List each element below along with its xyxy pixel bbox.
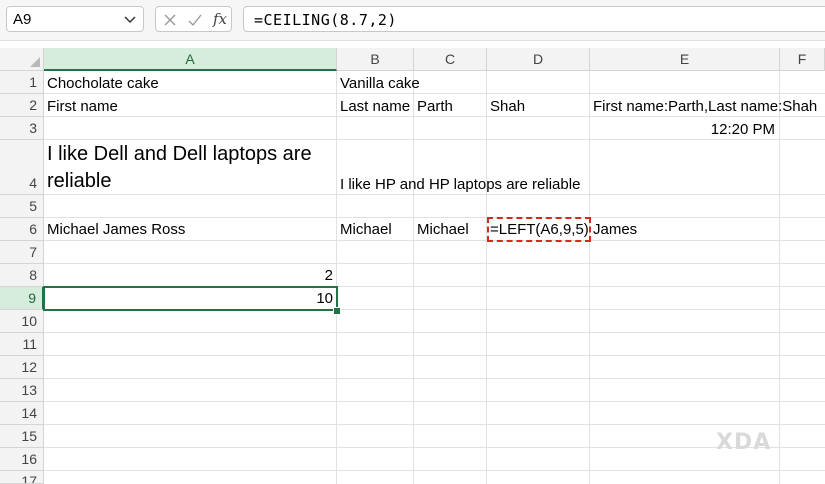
gridline — [44, 93, 825, 94]
gridline — [44, 217, 825, 218]
xda-watermark: XDA — [716, 430, 772, 455]
gridline — [44, 378, 825, 379]
cell-b2[interactable]: Last name — [340, 98, 410, 115]
cell-e2[interactable]: First name:Parth,Last name:Shah — [593, 98, 817, 115]
spreadsheet-grid[interactable]: A B C D E F 1 2 3 4 5 6 7 8 9 10 11 12 1… — [0, 48, 825, 484]
gridline — [44, 332, 825, 333]
gridline — [44, 401, 825, 402]
gridline — [44, 355, 825, 356]
gridline — [413, 71, 414, 484]
gridline — [44, 116, 825, 117]
gridline — [336, 71, 337, 484]
gridline — [44, 263, 825, 264]
cell-e6[interactable]: James — [593, 221, 637, 238]
copy-highlight-d6 — [487, 217, 591, 242]
gridline — [44, 139, 825, 140]
formula-text: =CEILING(8.7,2) — [254, 11, 397, 29]
enter-check-icon[interactable] — [187, 12, 203, 28]
gridline — [486, 71, 487, 484]
cell-a2[interactable]: First name — [47, 98, 118, 115]
column-header-b[interactable]: B — [337, 48, 414, 71]
row-header-8[interactable]: 8 — [0, 264, 44, 287]
cell-a4[interactable]: I like Dell and Dell laptops are reliabl… — [47, 141, 332, 195]
cell-d2[interactable]: Shah — [490, 98, 525, 115]
row-header-3[interactable]: 3 — [0, 117, 44, 140]
select-all-button[interactable] — [0, 48, 44, 71]
row-header-5[interactable]: 5 — [0, 195, 44, 218]
name-box[interactable]: A9 — [6, 6, 144, 32]
select-all-triangle-icon — [30, 57, 40, 67]
gridline — [44, 470, 825, 471]
row-header-11[interactable]: 11 — [0, 333, 44, 356]
cell-c2[interactable]: Parth — [417, 98, 453, 115]
cell-e3[interactable]: 12:20 PM — [590, 121, 775, 138]
row-header-1[interactable]: 1 — [0, 71, 44, 94]
cell-a6[interactable]: Michael James Ross — [47, 221, 185, 238]
row-header-6[interactable]: 6 — [0, 218, 44, 241]
formula-buttons: fx — [155, 6, 232, 32]
formula-input[interactable]: =CEILING(8.7,2) — [243, 6, 825, 32]
row-header-2[interactable]: 2 — [0, 94, 44, 117]
column-header-d[interactable]: D — [487, 48, 590, 71]
formula-bar: A9 fx =CEILING(8.7,2) — [0, 0, 825, 41]
cell-c6[interactable]: Michael — [417, 221, 469, 238]
row-header-17[interactable]: 17 — [0, 471, 44, 484]
row-header-10[interactable]: 10 — [0, 310, 44, 333]
cell-b4[interactable]: I like HP and HP laptops are reliable — [340, 176, 580, 193]
column-header-a[interactable]: A — [44, 48, 337, 71]
row-header-4[interactable]: 4 — [0, 140, 44, 195]
fill-handle[interactable] — [333, 307, 341, 315]
cell-a8[interactable]: 2 — [44, 267, 333, 284]
cell-b1[interactable]: Vanilla cake — [340, 75, 420, 92]
column-header-e[interactable]: E — [590, 48, 780, 71]
cell-a1[interactable]: Chocholate cake — [47, 75, 159, 92]
row-header-13[interactable]: 13 — [0, 379, 44, 402]
active-cell-a9[interactable] — [43, 286, 338, 311]
gridline — [779, 71, 780, 484]
cell-b6[interactable]: Michael — [340, 221, 392, 238]
row-header-12[interactable]: 12 — [0, 356, 44, 379]
cancel-icon[interactable] — [162, 12, 178, 28]
column-header-c[interactable]: C — [414, 48, 487, 71]
row-header-7[interactable]: 7 — [0, 241, 44, 264]
name-box-value: A9 — [13, 11, 32, 28]
row-header-14[interactable]: 14 — [0, 402, 44, 425]
row-header-16[interactable]: 16 — [0, 448, 44, 471]
chevron-down-icon[interactable] — [123, 12, 137, 26]
insert-function-icon[interactable]: fx — [213, 10, 227, 28]
gridline — [44, 447, 825, 448]
gridline — [44, 240, 825, 241]
row-header-15[interactable]: 15 — [0, 425, 44, 448]
row-header-9[interactable]: 9 — [0, 287, 44, 310]
column-header-f[interactable]: F — [780, 48, 825, 71]
gridline — [44, 424, 825, 425]
